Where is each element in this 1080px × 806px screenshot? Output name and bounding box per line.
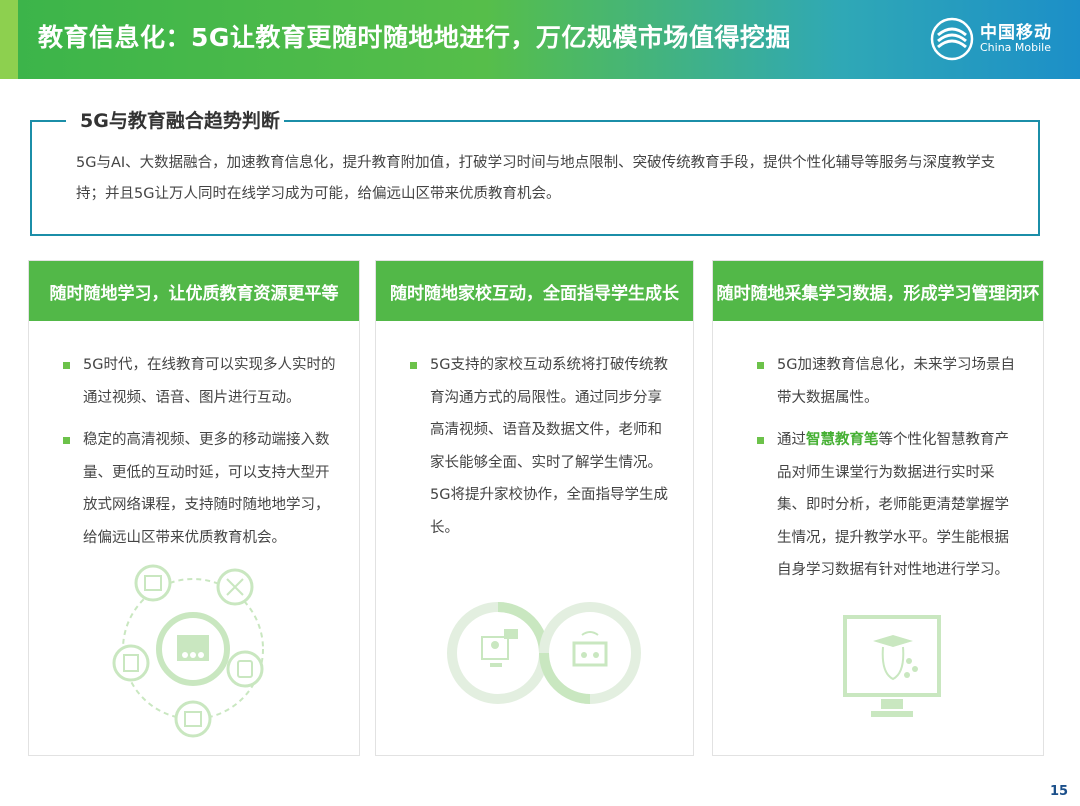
summary-heading: 5G与教育融合趋势判断	[76, 106, 284, 133]
summary-border-top-right	[276, 120, 1040, 122]
card-learning-data: 随时随地采集学习数据，形成学习管理闭环 5G加速教育信息化，未来学习场景自带大数…	[712, 260, 1044, 756]
summary-text: 5G与AI、大数据融合，加速教育信息化，提升教育附加值，打破学习时间与地点限制、…	[76, 155, 996, 202]
data-analysis-monitor-icon	[843, 615, 941, 717]
card-anytime-learning: 随时随地学习，让优质教育资源更平等 5G时代，在线教育可以实现多人实时的通过视频…	[28, 260, 360, 756]
home-school-interaction-icon	[447, 602, 641, 704]
bullet-text-suffix: 等个性化智慧教育产品对师生课堂行为数据进行实时采集、即时分析，老师能更清楚掌握学…	[777, 432, 1009, 578]
bullet-text: 稳定的高清视频、更多的移动端接入数量、更低的互动时延，可以支持大型开放式网络课程…	[83, 432, 330, 546]
logo-english-name: China Mobile	[980, 41, 1052, 55]
bullet-text-prefix: 通过	[777, 432, 806, 448]
online-learning-network-icon	[112, 564, 264, 738]
bullet-square-icon	[63, 437, 70, 444]
card-title: 随时随地学习，让优质教育资源更平等	[29, 261, 359, 321]
card-home-school-interaction: 随时随地家校互动，全面指导学生成长 5G支持的家校互动系统将打破传统教育沟通方式…	[375, 260, 694, 756]
logo-chinese-name: 中国移动	[980, 22, 1052, 43]
header-accent-strip	[0, 0, 18, 79]
smart-pen-highlight: 智慧教育笔	[806, 432, 879, 448]
card-title: 随时随地家校互动，全面指导学生成长	[376, 261, 693, 321]
china-mobile-logo: 中国移动 China Mobile	[930, 14, 1060, 64]
bullet-item: 5G加速教育信息化，未来学习场景自带大数据属性。	[757, 349, 1021, 414]
bullet-square-icon	[757, 362, 764, 369]
bullet-item: 5G时代，在线教育可以实现多人实时的通过视频、语音、图片进行互动。	[63, 349, 337, 414]
bullet-square-icon	[63, 362, 70, 369]
header-bar: 教育信息化：5G让教育更随时随地地进行，万亿规模市场值得挖掘 中国移动 Chin…	[0, 0, 1080, 79]
bullet-item: 稳定的高清视频、更多的移动端接入数量、更低的互动时延，可以支持大型开放式网络课程…	[63, 424, 337, 554]
summary-border-top-left	[30, 120, 66, 122]
bullet-text: 5G时代，在线教育可以实现多人实时的通过视频、语音、图片进行互动。	[83, 357, 336, 406]
page-number: 15	[1050, 784, 1069, 799]
bullet-text: 5G支持的家校互动系统将打破传统教育沟通方式的局限性。通过同步分享高清视频、语音…	[430, 357, 668, 536]
card-title: 随时随地采集学习数据，形成学习管理闭环	[713, 261, 1043, 321]
bullet-item: 通过智慧教育笔等个性化智慧教育产品对师生课堂行为数据进行实时采集、即时分析，老师…	[757, 424, 1021, 587]
bullet-text: 5G加速教育信息化，未来学习场景自带大数据属性。	[777, 357, 1015, 406]
bullet-item: 5G支持的家校互动系统将打破传统教育沟通方式的局限性。通过同步分享高清视频、语音…	[410, 349, 671, 544]
page-title: 教育信息化：5G让教育更随时随地地进行，万亿规模市场值得挖掘	[38, 23, 791, 52]
bullet-square-icon	[410, 362, 417, 369]
china-mobile-logo-icon	[930, 17, 974, 61]
bullet-square-icon	[757, 437, 764, 444]
